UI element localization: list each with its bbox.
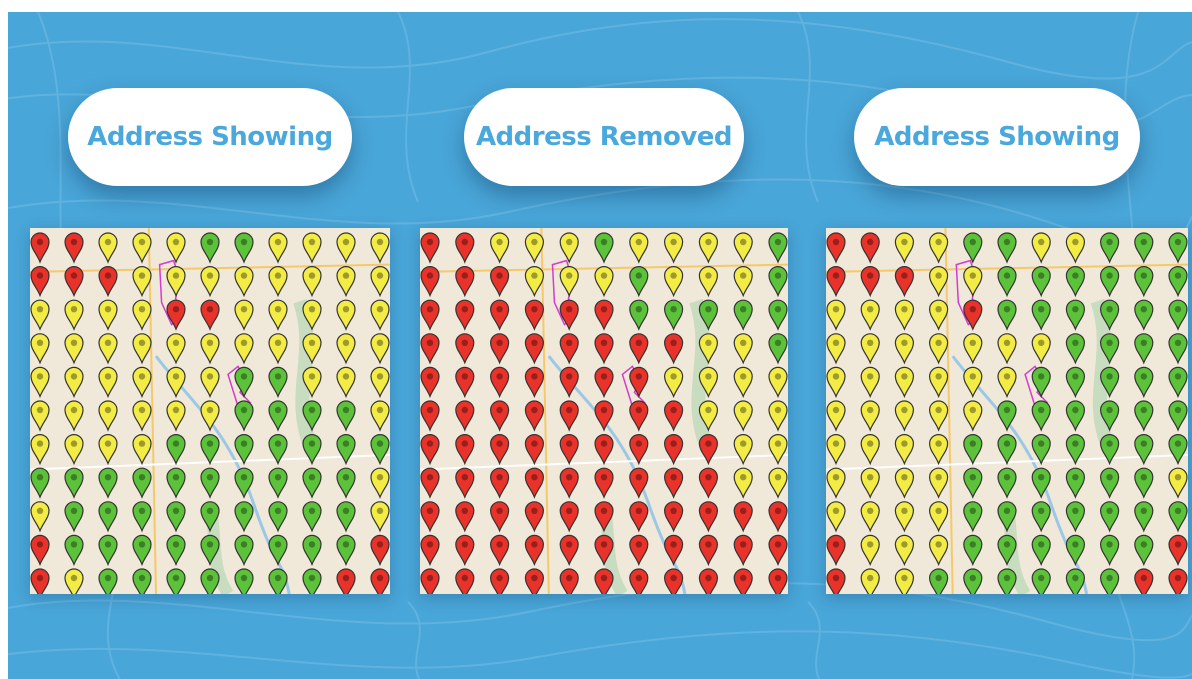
- panel-1-title: Address Showing: [87, 122, 333, 152]
- panel-3-title: Address Showing: [874, 122, 1120, 152]
- panel-1-rank-map: [30, 228, 390, 594]
- panel-2-rank-map: [420, 228, 788, 594]
- panel-2-title: Address Removed: [475, 122, 733, 152]
- panel-3-title-pill: Address Showing: [854, 88, 1140, 186]
- panel-3-rank-map: [826, 228, 1188, 594]
- panel-1-title-pill: Address Showing: [68, 88, 352, 186]
- panel-2-title-pill: Address Removed: [464, 88, 744, 186]
- slide: Address Showing Address Removed Address …: [8, 12, 1192, 679]
